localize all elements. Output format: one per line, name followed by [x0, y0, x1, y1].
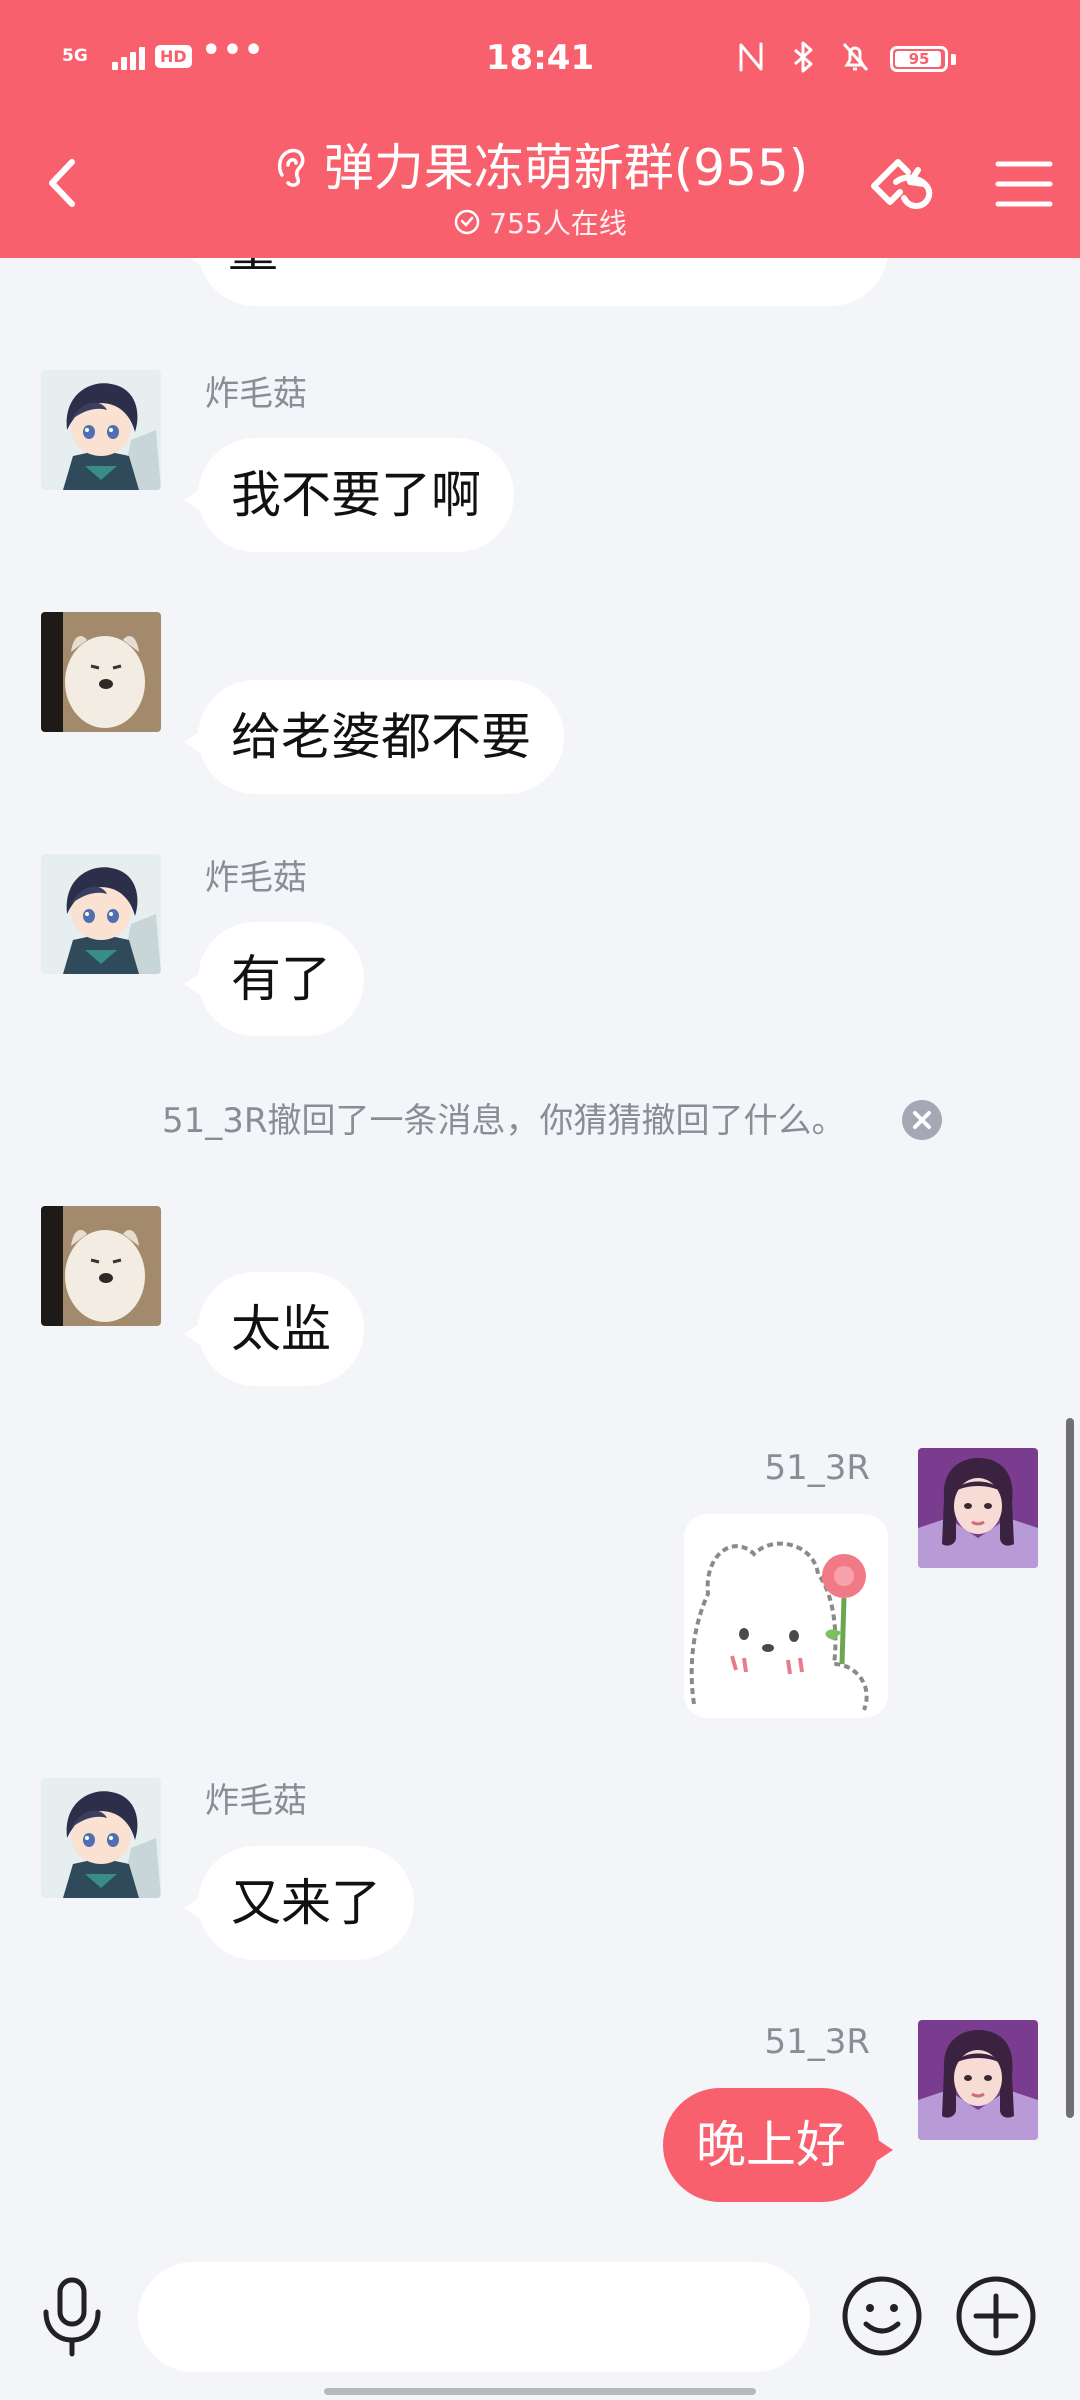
online-check-icon: [455, 209, 480, 235]
scrollbar[interactable]: [1066, 1418, 1074, 2118]
emoji-icon[interactable]: [840, 2274, 924, 2358]
avatar[interactable]: [918, 1448, 1038, 1568]
sticker-message[interactable]: [684, 1514, 888, 1718]
sender-name: 炸毛菇: [205, 858, 307, 898]
message-bubble[interactable]: 我不要了啊: [184, 438, 514, 552]
ear-icon: [277, 148, 305, 187]
sender-name: 51_3R: [764, 1448, 870, 1488]
sender-name: 51_3R: [764, 2022, 870, 2062]
sender-name: 炸毛菇: [205, 374, 307, 414]
microphone-icon[interactable]: [36, 2274, 108, 2358]
menu-icon[interactable]: [986, 146, 1062, 222]
avatar[interactable]: [918, 2020, 1038, 2140]
anime-boy-avatar: [41, 1778, 161, 1898]
avatar[interactable]: [41, 1206, 161, 1326]
sender-name: 炸毛菇: [205, 1781, 307, 1821]
girl-avatar: [918, 2020, 1038, 2140]
avatar[interactable]: [41, 612, 161, 732]
battery-icon: 95: [890, 46, 948, 72]
anime-boy-avatar: [41, 370, 161, 490]
nfc-icon: [739, 42, 763, 72]
message-bubble[interactable]: 给老婆都不要: [184, 680, 564, 794]
bluetooth-icon: [794, 41, 813, 73]
recall-notice-text: 51_3R撤回了一条消息，你猜猜撤回了什么。: [162, 1101, 846, 1141]
input-bar: [0, 2224, 1080, 2400]
message-bubble[interactable]: 又来了: [184, 1846, 414, 1960]
avatar[interactable]: [41, 1778, 161, 1898]
close-icon[interactable]: [902, 1100, 942, 1140]
mute-bell-icon: [842, 43, 869, 71]
girl-avatar: [918, 1448, 1038, 1568]
chat-header: 5G HD ••• 18:41 95 弹力果冻萌新群(955) 755人在线: [0, 0, 1080, 258]
link-icon[interactable]: [866, 146, 942, 222]
title-row: 弹力果冻萌新群(955): [272, 128, 808, 200]
bear-flower-sticker: [684, 1514, 888, 1718]
group-title: 弹力果冻萌新群(955): [323, 139, 809, 197]
home-indicator[interactable]: [324, 2388, 756, 2395]
status-bar: 5G HD ••• 18:41 95: [0, 0, 1080, 120]
online-count: 755人在线: [489, 207, 627, 240]
message-bubble[interactable]: 太监: [184, 1272, 364, 1386]
plus-icon[interactable]: [954, 2274, 1038, 2358]
anime-boy-avatar: [41, 854, 161, 974]
status-right: [736, 40, 870, 74]
message-bubble[interactable]: 晚上好: [663, 2088, 893, 2202]
avatar[interactable]: [41, 370, 161, 490]
chat-messages[interactable]: 量 炸毛菇 我不要了啊 给老婆都不要: [0, 258, 1080, 2224]
battery-level: 95: [908, 50, 930, 68]
message-bubble[interactable]: 有了: [184, 922, 364, 1036]
avatar[interactable]: [41, 854, 161, 974]
battery-tip: [951, 54, 956, 65]
dog-avatar: [41, 612, 161, 732]
dog-avatar: [41, 1206, 161, 1326]
message-input[interactable]: [138, 2262, 810, 2372]
message-bubble[interactable]: 量: [184, 258, 888, 306]
